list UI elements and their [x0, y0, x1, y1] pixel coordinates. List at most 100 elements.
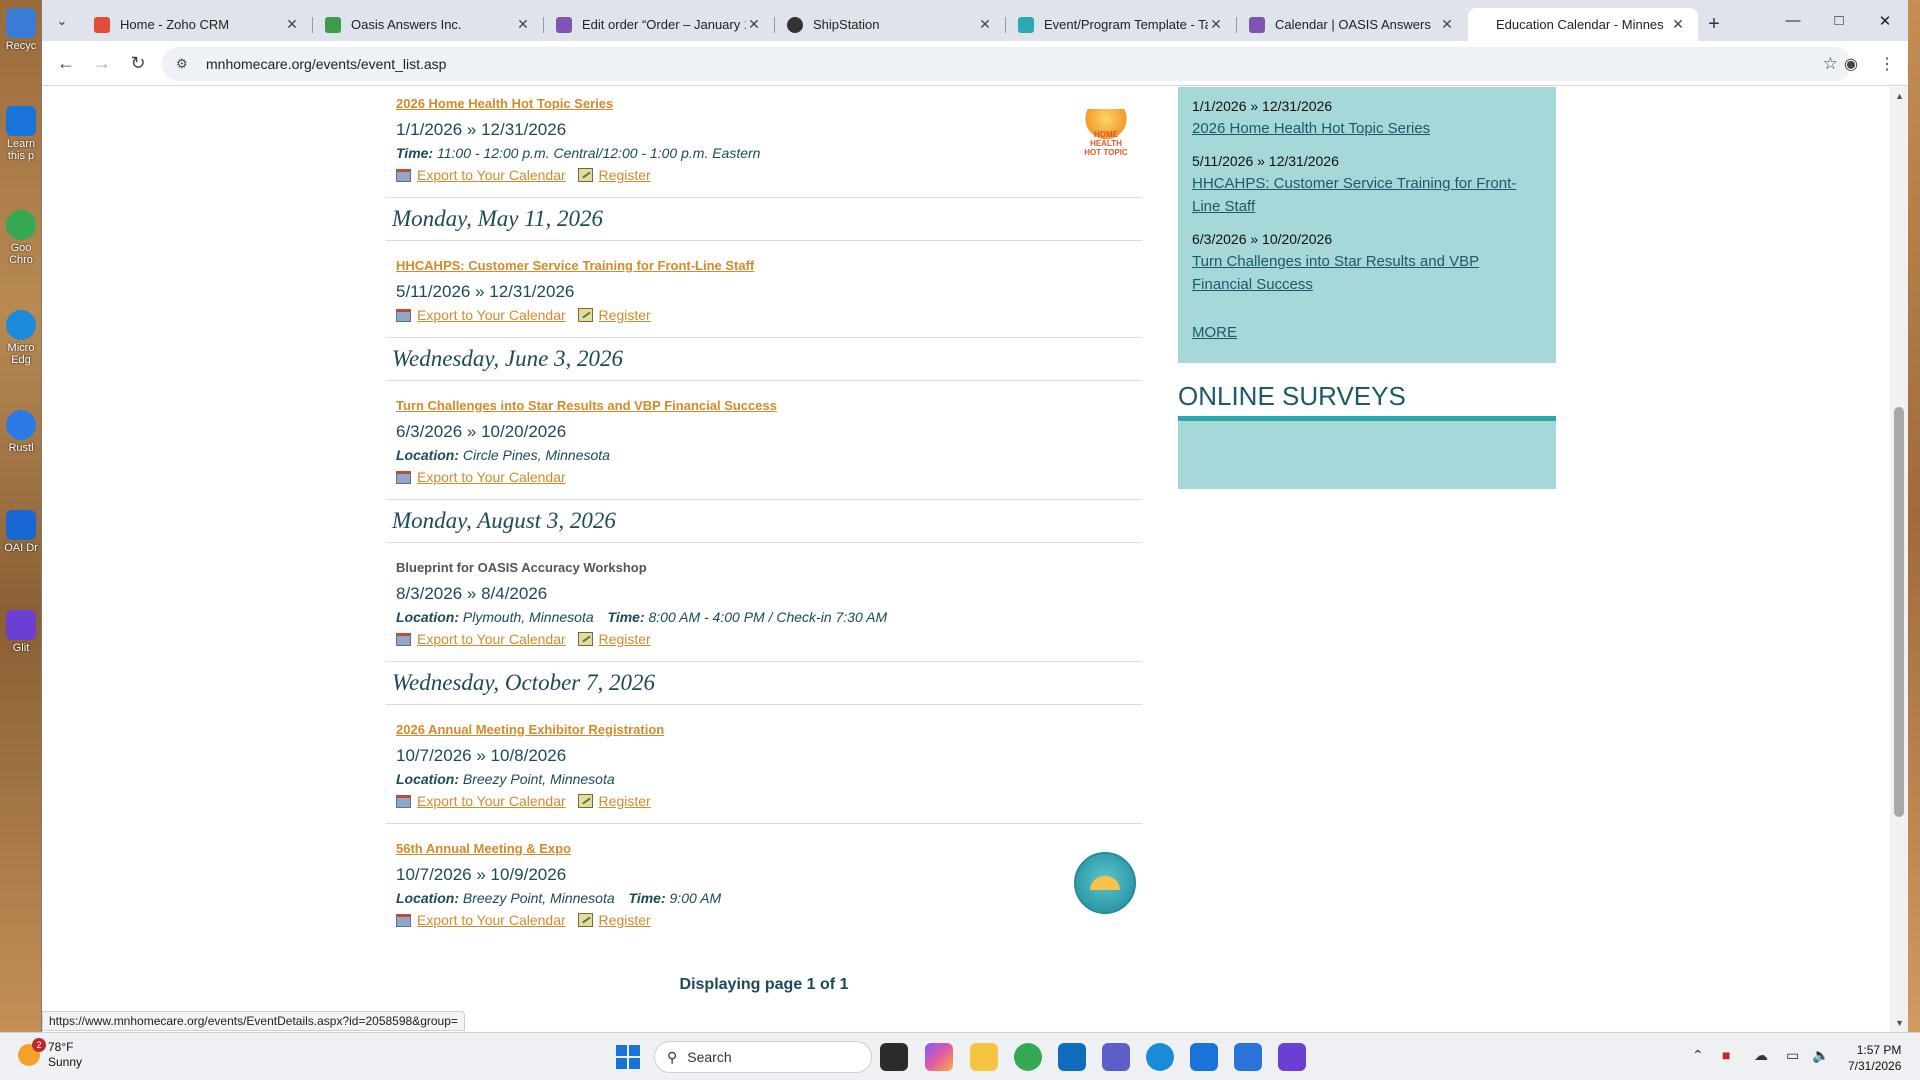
tab-edit-order[interactable]: Edit order “Order – January 14 ✕	[544, 8, 775, 41]
calendar-export-icon[interactable]	[396, 914, 411, 927]
tab-event-template[interactable]: Event/Program Template - Tas ✕	[1006, 8, 1237, 41]
profile-button[interactable]: ◉	[1836, 49, 1866, 79]
file-explorer-icon[interactable]	[970, 1043, 998, 1071]
notepad-icon[interactable]	[1234, 1043, 1262, 1071]
register-icon[interactable]	[577, 794, 593, 808]
plus-icon: +	[1708, 13, 1720, 35]
tab-oasis-answers[interactable]: Oasis Answers Inc. ✕	[313, 8, 544, 41]
reload-button[interactable]: ↻	[120, 45, 156, 81]
close-icon[interactable]: ✕	[977, 16, 993, 33]
store-icon[interactable]	[1190, 1043, 1218, 1071]
tab-zoho-crm[interactable]: Home - Zoho CRM ✕	[82, 8, 313, 41]
export-calendar-link[interactable]: Export to Your Calendar	[417, 167, 566, 183]
arrow-left-icon: ←	[57, 52, 75, 73]
forward-button[interactable]: →	[84, 45, 120, 81]
minimize-button[interactable]: —	[1770, 0, 1816, 41]
calendar-export-icon[interactable]	[396, 309, 411, 322]
desktop-icon-edge[interactable]: Micro Edg	[4, 310, 38, 366]
maximize-button[interactable]: □	[1816, 0, 1862, 41]
close-icon[interactable]: ✕	[515, 16, 531, 33]
chrome-icon[interactable]	[1014, 1043, 1042, 1071]
scroll-up-icon[interactable]: ▲	[1895, 91, 1904, 101]
export-calendar-link[interactable]: Export to Your Calendar	[417, 307, 566, 323]
event-title-link[interactable]: HHCAHPS: Customer Service Training for F…	[396, 241, 1132, 275]
desktop-icon-recycle[interactable]: Recyc	[4, 8, 38, 52]
speaker-icon[interactable]: 🔈	[1812, 1047, 1829, 1064]
tab-education-calendar[interactable]: Education Calendar - Minnes ✕	[1468, 8, 1698, 41]
scroll-down-icon[interactable]: ▼	[1895, 1018, 1904, 1028]
taskbar-search[interactable]: ⚲ Search	[654, 1041, 872, 1073]
export-calendar-link[interactable]: Export to Your Calendar	[417, 912, 566, 928]
tab-label: Oasis Answers Inc.	[351, 17, 462, 32]
upcoming-item: 6/3/2026 » 10/20/2026 Turn Challenges in…	[1192, 228, 1542, 296]
info-icon	[6, 106, 36, 136]
export-calendar-link[interactable]: Export to Your Calendar	[417, 793, 566, 809]
start-button[interactable]	[616, 1045, 640, 1069]
event-location: Breezy Point, Minnesota	[462, 771, 615, 787]
upcoming-link[interactable]: Turn Challenges into Star Results and VB…	[1192, 253, 1479, 293]
clock[interactable]: 1:57 PM 7/31/2026	[1848, 1042, 1901, 1074]
upcoming-link[interactable]: 2026 Home Health Hot Topic Series	[1192, 120, 1430, 137]
register-icon[interactable]	[577, 308, 593, 322]
tab-search-button[interactable]: ⌄	[42, 0, 82, 41]
location-label: Location:	[396, 447, 459, 463]
more-link[interactable]: MORE	[1192, 324, 1237, 341]
task-view-icon[interactable]	[880, 1043, 908, 1071]
outlook-icon[interactable]	[1058, 1043, 1086, 1071]
event-title-link[interactable]: 56th Annual Meeting & Expo	[396, 824, 1132, 858]
taskbar: 2 78°F Sunny ⚲ Search ⌃ ■ ☁ ▭ 🔈 1:57 PM …	[0, 1032, 1920, 1080]
upcoming-item: 1/1/2026 » 12/31/2026 2026 Home Health H…	[1192, 95, 1542, 140]
arrow-right-icon: →	[93, 52, 111, 73]
register-icon[interactable]	[577, 913, 593, 927]
register-link[interactable]: Register	[599, 912, 651, 928]
event-title-link[interactable]: 2026 Home Health Hot Topic Series	[396, 87, 1132, 113]
desktop-icon-learn[interactable]: Learn this p	[4, 106, 38, 162]
close-window-button[interactable]: ✕	[1862, 0, 1908, 41]
calendar-export-icon[interactable]	[396, 471, 411, 484]
desktop-icon-chrome[interactable]: Goo Chro	[4, 210, 38, 266]
cloud-off-icon[interactable]: ☁	[1754, 1047, 1768, 1064]
site-info-icon[interactable]: ⚙	[176, 56, 196, 72]
close-icon[interactable]: ✕	[1208, 16, 1224, 33]
tab-calendar-oasis[interactable]: Calendar | OASIS Answers ✕	[1237, 8, 1467, 41]
calendar-export-icon[interactable]	[396, 795, 411, 808]
event-title: Blueprint for OASIS Accuracy Workshop	[396, 560, 647, 575]
desktop-background: Recyc Learn this p Goo Chro Micro Edg Ru…	[0, 0, 41, 1032]
register-icon[interactable]	[577, 168, 593, 182]
edge-icon[interactable]	[1146, 1043, 1174, 1071]
menu-button[interactable]: ⋮	[1872, 49, 1902, 79]
new-tab-button[interactable]: +	[1699, 8, 1729, 41]
security-icon[interactable]: ■	[1722, 1047, 1730, 1063]
teams-icon[interactable]	[1102, 1043, 1130, 1071]
date-heading: Wednesday, June 3, 2026	[386, 338, 1142, 381]
close-icon[interactable]: ✕	[1670, 16, 1686, 33]
app-icon[interactable]	[1278, 1043, 1306, 1071]
register-link[interactable]: Register	[599, 307, 651, 323]
register-icon[interactable]	[577, 632, 593, 646]
register-link[interactable]: Register	[599, 167, 651, 183]
close-icon[interactable]: ✕	[1439, 16, 1455, 33]
weather-widget[interactable]: 2 78°F Sunny	[18, 1038, 82, 1070]
close-icon[interactable]: ✕	[746, 16, 762, 33]
check-icon	[1018, 16, 1034, 33]
register-link[interactable]: Register	[599, 631, 651, 647]
calendar-export-icon[interactable]	[396, 169, 411, 182]
copilot-icon[interactable]	[925, 1043, 953, 1071]
register-link[interactable]: Register	[599, 793, 651, 809]
event-title-link[interactable]: Turn Challenges into Star Results and VB…	[396, 381, 1132, 415]
scrollbar-thumb[interactable]	[1894, 407, 1904, 817]
desktop-icon-glit[interactable]: Glit	[4, 610, 38, 654]
address-bar[interactable]: ⚙ mnhomecare.org/events/event_list.asp ☆	[162, 47, 1852, 81]
tab-shipstation[interactable]: ShipStation ✕	[775, 8, 1006, 41]
monitor-icon[interactable]: ▭	[1786, 1047, 1799, 1064]
export-calendar-link[interactable]: Export to Your Calendar	[417, 469, 566, 485]
desktop-icon-rustl[interactable]: Rustl	[4, 410, 38, 454]
chevron-up-icon[interactable]: ⌃	[1692, 1047, 1704, 1064]
event-title-link[interactable]: 2026 Annual Meeting Exhibitor Registrati…	[396, 705, 1132, 739]
desktop-icon-oai[interactable]: OAI Dr	[4, 510, 38, 554]
close-icon[interactable]: ✕	[284, 16, 300, 33]
export-calendar-link[interactable]: Export to Your Calendar	[417, 631, 566, 647]
upcoming-link[interactable]: HHCAHPS: Customer Service Training for F…	[1192, 175, 1516, 215]
calendar-export-icon[interactable]	[396, 633, 411, 646]
back-button[interactable]: ←	[48, 45, 84, 81]
